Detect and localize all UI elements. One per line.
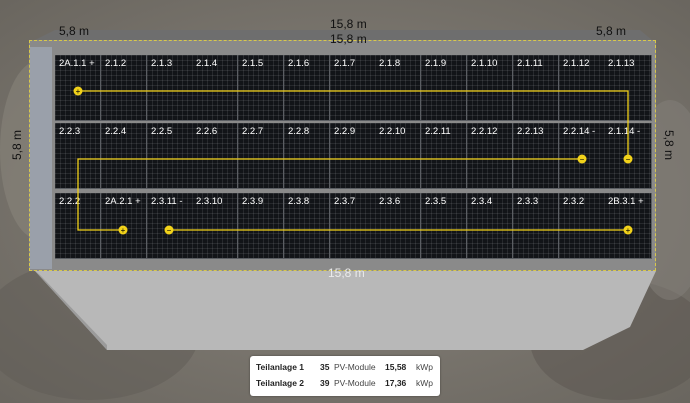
legend-panel: Teilanlage 1 35 PV-Module 15,58 kWp Teil… <box>250 356 440 396</box>
string-wiring-overlay: + − − + − + <box>73 86 633 235</box>
legend-count: 35 <box>320 362 330 372</box>
legend-row-2: Teilanlage 2 39 PV-Module 17,36 kWp <box>250 376 440 392</box>
legend-row-1: Teilanlage 1 35 PV-Module 15,58 kWp <box>250 360 440 376</box>
string-line-2 <box>77 158 582 231</box>
svg-text:+: + <box>626 226 631 235</box>
svg-text:−: − <box>626 155 631 164</box>
legend-kwp-unit: kWp <box>416 362 433 372</box>
svg-text:+: + <box>121 226 126 235</box>
legend-kwp: 15,58 <box>385 362 407 372</box>
svg-text:+: + <box>76 87 81 96</box>
legend-unit: PV-Module <box>334 378 376 388</box>
legend-name: Teilanlage 1 <box>256 362 305 372</box>
svg-text:−: − <box>580 155 585 164</box>
legend-kwp: 17,36 <box>385 378 407 388</box>
connector-minus-2-1-14: − <box>623 154 633 164</box>
legend-count: 39 <box>320 378 330 388</box>
svg-text:−: − <box>167 226 172 235</box>
legend-kwp-unit: kWp <box>416 378 433 388</box>
connector-plus-2b-3-1: + <box>623 225 633 235</box>
legend-unit: PV-Module <box>334 362 376 372</box>
connector-plus-2a-1-1: + <box>73 86 83 96</box>
connector-minus-2-2-14: − <box>577 154 587 164</box>
connector-minus-2-3-11: − <box>164 225 174 235</box>
legend-name: Teilanlage 2 <box>256 378 305 388</box>
string-line-1 <box>78 90 629 159</box>
connector-plus-2a-2-1: + <box>118 225 128 235</box>
